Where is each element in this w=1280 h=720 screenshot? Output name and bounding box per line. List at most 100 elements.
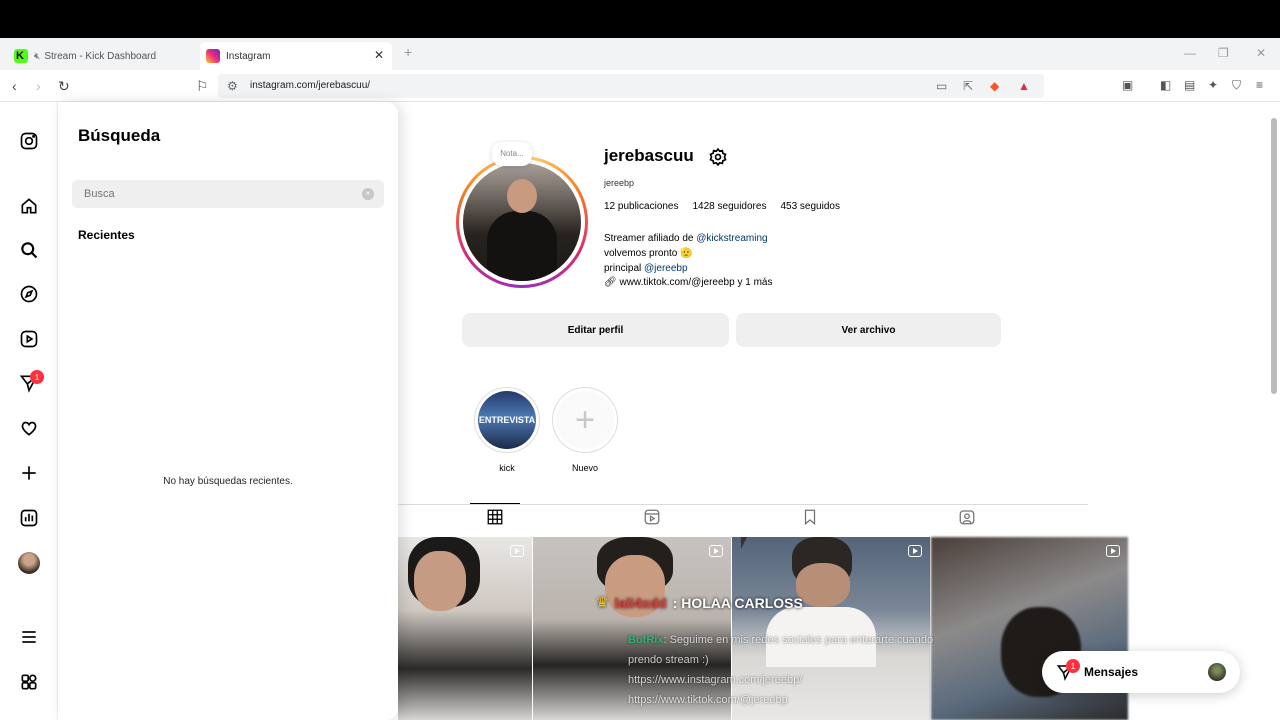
minimize-icon[interactable]: — <box>1184 46 1196 60</box>
clear-search-icon[interactable]: × <box>362 188 374 200</box>
reload-icon[interactable]: ↻ <box>58 78 70 95</box>
search-panel: Búsqueda × Recientes No hay búsquedas re… <box>58 102 398 720</box>
brave-rewards-icon[interactable]: ▲ <box>1018 79 1030 93</box>
scrollbar-thumb[interactable] <box>1271 118 1277 394</box>
messages-badge: 1 <box>1066 659 1080 673</box>
highlight-label: Nuevo <box>571 463 598 473</box>
messages-label: Mensajes <box>1084 665 1139 679</box>
wallet2-icon[interactable]: ▤ <box>1184 78 1195 92</box>
address-bar: ‹ › ↻ ⚐ ⚙ instagram.com/jerebascuu/ ▭ ⇱ … <box>0 70 1280 102</box>
highlight-label: kick <box>499 463 515 473</box>
home-icon[interactable] <box>18 195 40 217</box>
tab-tagged-icon[interactable] <box>958 508 978 528</box>
vpn-icon[interactable]: ⛉ <box>1232 78 1241 93</box>
url-text[interactable]: instagram.com/jerebascuu/ <box>250 80 370 91</box>
search-panel-title: Búsqueda <box>78 126 161 145</box>
recent-heading: Recientes <box>78 228 135 242</box>
explore-icon[interactable] <box>18 283 40 305</box>
highlight-new[interactable]: + Nuevo <box>552 387 618 473</box>
bio-text: Streamer afiliado de <box>604 233 697 244</box>
reel-icon <box>1106 545 1120 557</box>
bio-mention-link[interactable]: @jereebp <box>644 263 688 274</box>
url-field[interactable]: ⚙ instagram.com/jerebascuu/ ▭ ⇱ ◆ ▲ <box>218 74 1044 98</box>
instagram-sidebar: 1 <box>0 102 58 720</box>
also-from-meta-icon[interactable] <box>18 671 40 693</box>
new-tab-button[interactable]: + <box>404 44 412 60</box>
bookmark-icon[interactable]: ⚐ <box>196 78 209 95</box>
notification-badge: 1 <box>30 370 44 384</box>
post-thumbnail[interactable] <box>398 537 532 720</box>
profile-stats: 12 publicaciones 1428 seguidores 453 seg… <box>604 201 840 212</box>
bot-chat-message: BotRix: Seguime en mis redes sociales pa… <box>628 630 948 710</box>
settings-gear-icon[interactable] <box>708 147 728 167</box>
avatar <box>1208 663 1226 681</box>
plus-icon: + <box>556 391 614 449</box>
more-menu-icon[interactable] <box>18 626 40 648</box>
reel-icon <box>709 545 723 557</box>
bot-name: BotRix <box>628 634 664 646</box>
kick-icon <box>14 49 28 63</box>
restore-icon[interactable]: ❐ <box>1218 46 1229 60</box>
back-icon[interactable]: ‹ <box>12 78 17 94</box>
profile-avatar-icon[interactable] <box>18 552 40 574</box>
close-window-icon[interactable]: ✕ <box>1256 46 1266 60</box>
following-count[interactable]: 453 seguidos <box>780 201 840 212</box>
edit-profile-button[interactable]: Editar perfil <box>462 313 729 347</box>
bot-link: https://www.instagram.com/jereebp/ <box>628 674 803 686</box>
followers-count[interactable]: 1428 seguidores <box>693 201 767 212</box>
profile-username: jerebascuu <box>604 146 694 165</box>
chat-username: lali4xdd <box>614 594 667 611</box>
posts-count: 12 publicaciones <box>604 201 679 212</box>
profile-threads-handle[interactable]: jereebp <box>604 178 634 188</box>
site-settings-icon[interactable]: ⚙ <box>227 79 238 93</box>
crown-icon: ♛ <box>596 594 609 610</box>
bio-text: principal <box>604 263 645 274</box>
note-bubble[interactable]: Nota... <box>492 142 532 166</box>
close-tab-icon[interactable]: ✕ <box>374 48 384 62</box>
active-tab-indicator <box>470 503 520 504</box>
profile-picture[interactable] <box>456 156 588 288</box>
tab-reels-icon[interactable] <box>643 508 663 528</box>
heart-icon[interactable] <box>18 417 40 439</box>
tab-posts-grid-icon[interactable] <box>486 508 506 528</box>
leo-icon[interactable]: ✦ <box>1208 78 1218 92</box>
bio-mention-link[interactable]: @kickstreaming <box>696 233 767 244</box>
search-icon[interactable] <box>18 239 40 261</box>
profile-link-text[interactable]: www.tiktok.com/@jereebp y 1 más <box>619 277 772 288</box>
sidebar-icon[interactable]: ◧ <box>1160 78 1171 92</box>
link-icon: 🔗︎ <box>604 277 617 288</box>
profile-external-link[interactable]: 🔗︎ www.tiktok.com/@jereebp y 1 más <box>604 277 772 288</box>
tab-title: Instagram <box>226 50 271 62</box>
dashboard-icon[interactable] <box>18 507 40 529</box>
bot-link: https://www.tiktok.com/@jereebp <box>628 694 788 706</box>
bio-text: volvemos pronto 🫡 <box>604 248 693 259</box>
cast-icon[interactable]: ▭ <box>936 79 947 93</box>
window-top-bar <box>0 0 1280 38</box>
no-recent-searches: No hay búsquedas recientes. <box>163 476 293 487</box>
create-icon[interactable] <box>18 462 40 484</box>
share-icon[interactable]: ⇱ <box>963 79 973 93</box>
instagram-logo-icon[interactable] <box>18 130 40 152</box>
menu-icon[interactable]: ≡ <box>1256 78 1263 92</box>
page-scrollbar[interactable] <box>1268 104 1280 720</box>
wallet-icon[interactable]: ▣ <box>1122 78 1133 92</box>
view-archive-button[interactable]: Ver archivo <box>736 313 1001 347</box>
highlight-kick[interactable]: kick <box>474 387 540 473</box>
tab-kick-dashboard[interactable]: 🔇︎ Stream - Kick Dashboard <box>8 42 198 70</box>
messages-pill[interactable]: 1 Mensajes <box>1042 651 1240 693</box>
muted-speaker-icon[interactable]: 🔇︎ <box>34 51 40 62</box>
profile-photo <box>463 163 581 281</box>
bot-text: : Seguime en mis redes sociales para ent… <box>628 634 934 666</box>
browser-tab-strip: 🔇︎ Stream - Kick Dashboard Instagram ✕ <box>0 38 1280 70</box>
profile-bio: Streamer afiliado de @kickstreaming volv… <box>604 231 768 276</box>
tab-saved-icon[interactable] <box>801 508 821 528</box>
tab-instagram[interactable]: Instagram ✕ <box>200 42 392 70</box>
mouse-cursor <box>741 537 747 549</box>
chat-text: : HOLAA CARLOSS <box>672 594 803 611</box>
tab-title: Stream - Kick Dashboard <box>44 50 157 62</box>
forward-icon[interactable]: › <box>36 78 41 94</box>
brave-shield-icon[interactable]: ◆ <box>990 79 999 93</box>
reels-icon[interactable] <box>18 328 40 350</box>
search-input[interactable] <box>72 180 384 208</box>
reel-icon <box>908 545 922 557</box>
